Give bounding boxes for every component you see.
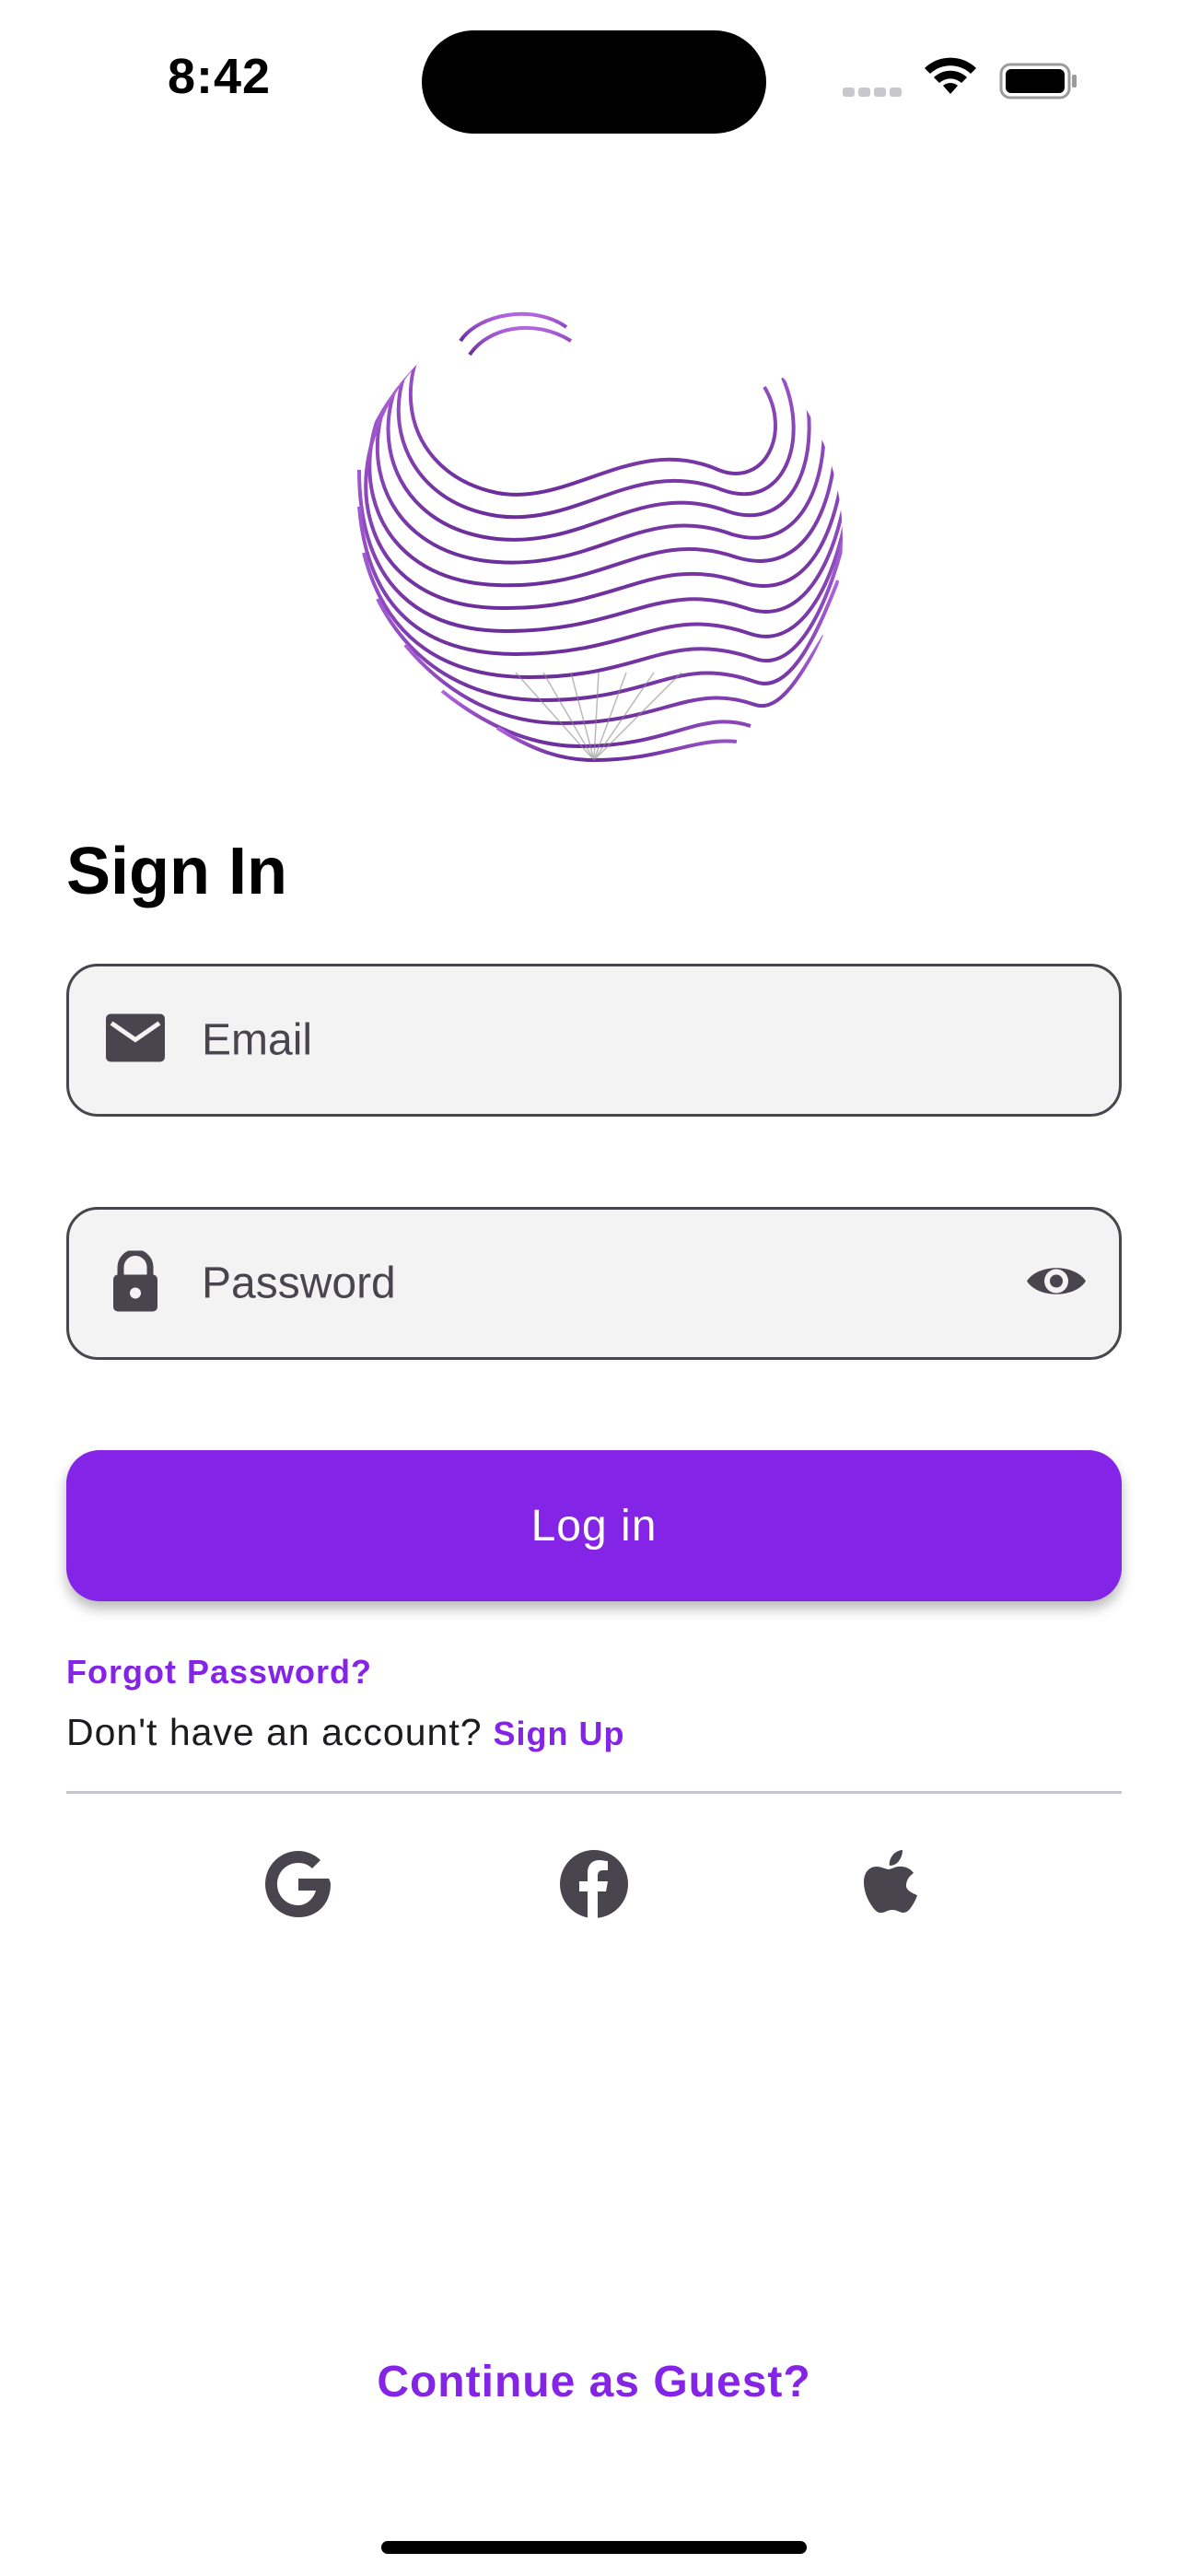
cellular-signal-icon — [843, 85, 905, 101]
google-icon[interactable] — [262, 1847, 335, 1921]
wifi-icon — [923, 55, 978, 102]
app-logo — [332, 286, 847, 765]
email-placeholder: Email — [202, 1015, 313, 1065]
facebook-icon[interactable] — [557, 1847, 631, 1921]
continue-as-guest-link[interactable]: Continue as Guest? — [0, 2357, 1188, 2407]
divider — [66, 1791, 1122, 1794]
mail-icon — [106, 1013, 165, 1067]
eye-icon[interactable] — [1025, 1260, 1088, 1307]
page-title: Sign In — [66, 835, 287, 908]
battery-icon — [999, 63, 1077, 100]
lock-icon — [106, 1249, 165, 1317]
home-indicator — [381, 2541, 807, 2554]
password-field[interactable]: Password — [66, 1207, 1122, 1360]
email-field[interactable]: Email — [66, 964, 1122, 1117]
signup-link[interactable]: Sign Up — [494, 1715, 625, 1752]
password-placeholder: Password — [202, 1259, 396, 1308]
status-time: 8:42 — [168, 49, 272, 104]
forgot-password-link[interactable]: Forgot Password? — [66, 1653, 372, 1692]
no-account-text: Don't have an account? — [66, 1711, 483, 1753]
dynamic-island — [422, 30, 766, 134]
signup-row: Don't have an account? Sign Up — [66, 1711, 625, 1754]
login-button[interactable]: Log in — [66, 1450, 1122, 1601]
apple-icon[interactable] — [855, 1847, 928, 1921]
